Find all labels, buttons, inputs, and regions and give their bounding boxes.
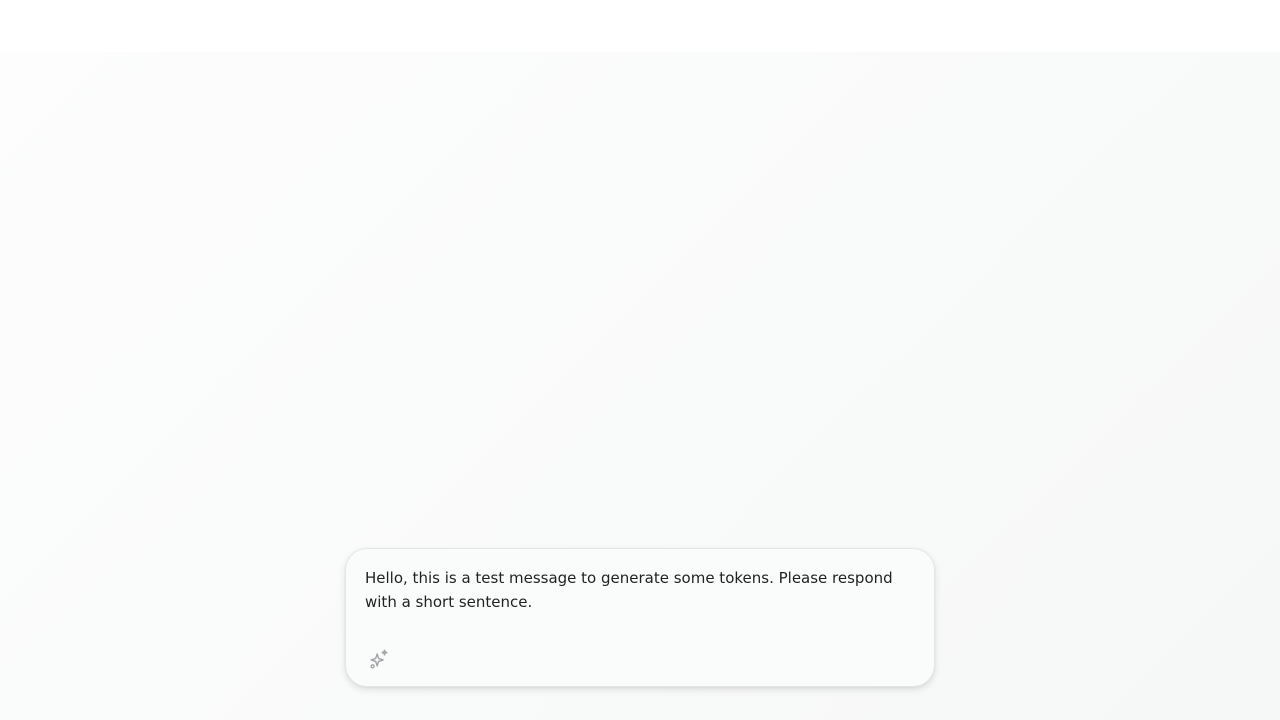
sparkles-button[interactable] (365, 645, 393, 673)
message-input[interactable]: Hello, this is a test message to generat… (365, 566, 905, 614)
message-composer[interactable]: Hello, this is a test message to generat… (345, 548, 935, 687)
sparkles-icon (370, 649, 388, 669)
top-bar (0, 0, 1280, 52)
